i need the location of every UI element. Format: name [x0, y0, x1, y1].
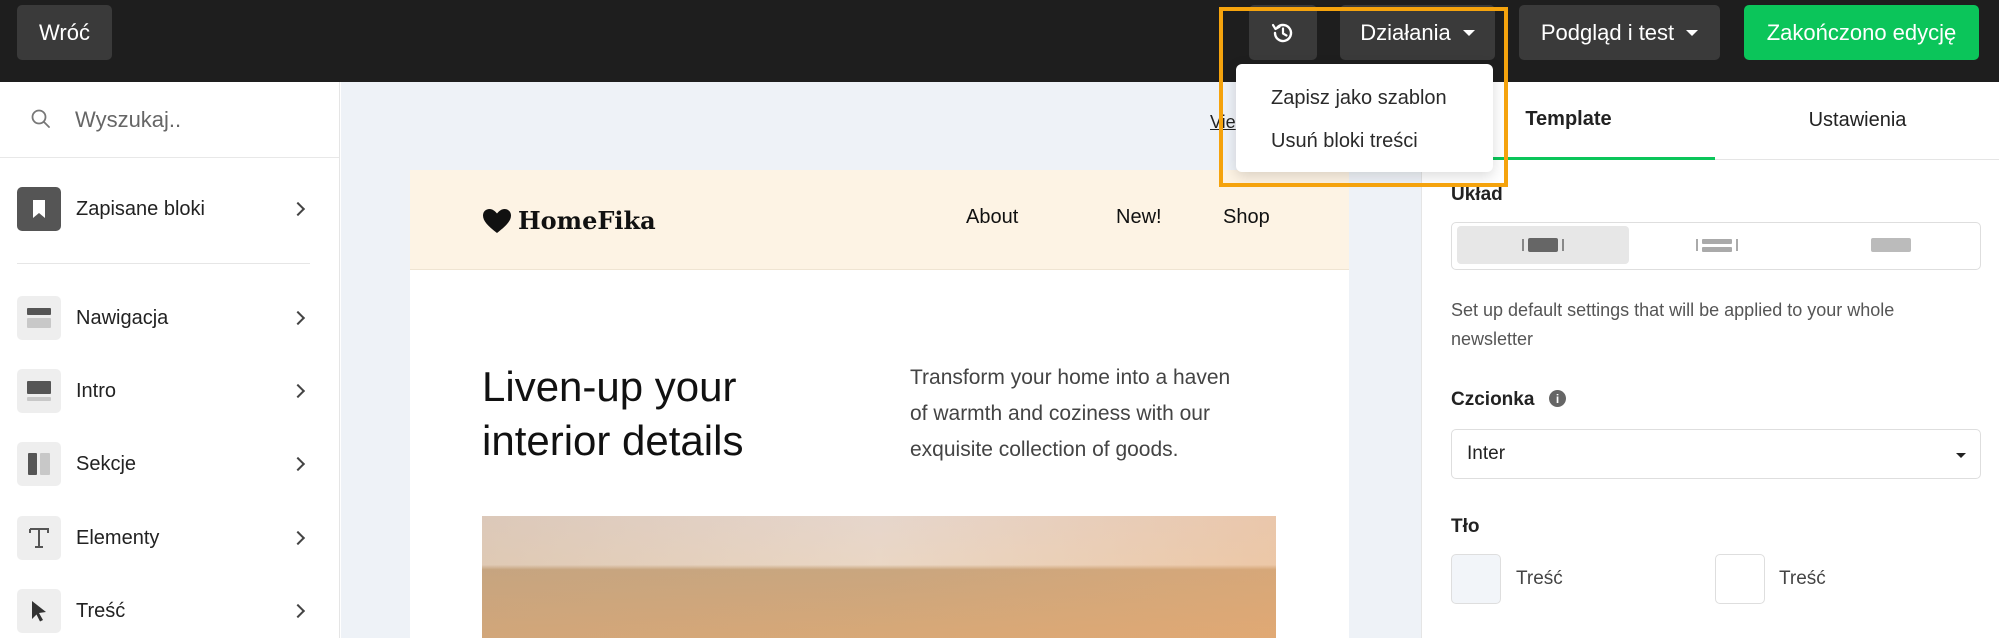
- email-nav-shop[interactable]: Shop: [1223, 206, 1270, 229]
- chevron-right-icon: [290, 530, 306, 546]
- sidebar-item-saved-blocks[interactable]: Zapisane bloki: [17, 184, 317, 234]
- search-box: [0, 82, 339, 158]
- intro-block-icon: [17, 369, 61, 413]
- history-icon: [1271, 23, 1293, 42]
- layout-label: Układ: [1451, 184, 1503, 205]
- swatch-label: Treść: [1516, 568, 1563, 589]
- chevron-right-icon: [290, 201, 306, 217]
- finish-editing-button[interactable]: Zakończono edycję: [1744, 5, 1979, 60]
- search-icon: [31, 109, 50, 128]
- sidebar-item-label: Nawigacja: [76, 306, 169, 329]
- divider: [17, 263, 310, 264]
- actions-dropdown-button[interactable]: Działania: [1340, 5, 1495, 60]
- hero-text[interactable]: Transform your home into a haven of warm…: [910, 360, 1290, 468]
- hero-title[interactable]: Liven-up your interior details: [482, 360, 842, 468]
- settings-panel: Template Ustawienia Układ Set up default…: [1421, 82, 1999, 638]
- search-input[interactable]: [75, 102, 315, 138]
- layout-option-split[interactable]: [1631, 226, 1803, 264]
- hero-text-line: exquisite collection of goods.: [910, 438, 1179, 461]
- caret-down-icon: [1686, 29, 1699, 36]
- layout-option-centered[interactable]: [1457, 226, 1629, 264]
- hero-image[interactable]: [482, 516, 1276, 638]
- sidebar-item-label: Treść: [76, 599, 126, 622]
- cursor-arrow-icon: [17, 589, 61, 633]
- sidebar-item-label: Intro: [76, 379, 117, 402]
- info-icon[interactable]: i: [1549, 390, 1566, 407]
- history-button[interactable]: [1249, 5, 1317, 60]
- menu-item-save-as-template[interactable]: Zapisz jako szablon: [1271, 87, 1447, 110]
- swatch-label: Treść: [1779, 568, 1826, 589]
- tab-settings[interactable]: Ustawienia: [1715, 82, 1999, 160]
- background-swatch-content[interactable]: [1451, 554, 1501, 604]
- actions-label: Działania: [1360, 19, 1451, 45]
- heart-icon: [483, 208, 511, 233]
- preview-label: Podgląd i test: [1540, 19, 1675, 45]
- layout-centered-icon: [1522, 238, 1564, 252]
- preview-test-button[interactable]: Podgląd i test: [1519, 5, 1720, 60]
- sections-block-icon: [17, 442, 61, 486]
- hero-text-line: of warmth and coziness with our: [910, 402, 1210, 425]
- template-description: Set up default settings that will be app…: [1451, 300, 1895, 349]
- text-t-icon: [17, 516, 61, 560]
- layout-selector: [1451, 222, 1981, 270]
- background-label: Tło: [1451, 516, 1480, 537]
- sidebar-item-navigation[interactable]: Nawigacja: [17, 293, 317, 343]
- sidebar-item-sections[interactable]: Sekcje: [17, 439, 317, 489]
- chevron-right-icon: [290, 456, 306, 472]
- email-preview[interactable]: HomeFika About New! Shop Liven-up your i…: [410, 170, 1349, 638]
- hero-title-line: Liven-up your: [482, 363, 737, 410]
- bookmark-icon: [17, 187, 61, 231]
- email-nav-about[interactable]: About: [966, 206, 1018, 229]
- view-in-browser-link[interactable]: Vie: [1210, 112, 1236, 133]
- chevron-right-icon: [290, 603, 306, 619]
- caret-down-icon: [1462, 29, 1475, 36]
- background-swatch-page[interactable]: [1715, 554, 1765, 604]
- navigation-block-icon: [17, 296, 61, 340]
- email-header[interactable]: HomeFika About New! Shop: [410, 170, 1349, 270]
- font-select-value: Inter: [1467, 443, 1506, 464]
- sidebar-item-label: Sekcje: [76, 452, 137, 475]
- caret-down-icon: [1956, 453, 1966, 458]
- font-select[interactable]: Inter: [1451, 429, 1981, 479]
- blocks-sidebar: Zapisane bloki Nawigacja Intro Sekcje El…: [0, 82, 340, 638]
- logo: HomeFika: [482, 206, 656, 235]
- sidebar-item-intro[interactable]: Intro: [17, 366, 317, 416]
- sidebar-item-elements[interactable]: Elementy: [17, 513, 317, 563]
- layout-full-icon: [1871, 238, 1911, 252]
- top-bar: Wróć Działania Podgląd i test Zakończono…: [0, 0, 1999, 82]
- email-nav-new[interactable]: New!: [1116, 206, 1162, 229]
- sidebar-item-label: Zapisane bloki: [76, 197, 205, 220]
- layout-split-icon: [1696, 239, 1738, 252]
- hero-text-line: Transform your home into a haven: [910, 366, 1231, 389]
- sidebar-item-content[interactable]: Treść: [17, 586, 317, 636]
- chevron-right-icon: [290, 310, 306, 326]
- hero-title-line: interior details: [482, 417, 744, 464]
- layout-option-full[interactable]: [1805, 226, 1977, 264]
- actions-dropdown-menu: Zapisz jako szablon Usuń bloki treści: [1236, 64, 1493, 172]
- menu-item-delete-content-blocks[interactable]: Usuń bloki treści: [1271, 130, 1418, 153]
- logo-text: HomeFika: [518, 206, 656, 235]
- sidebar-item-label: Elementy: [76, 526, 160, 549]
- chevron-right-icon: [290, 383, 306, 399]
- font-label: Czcionka: [1451, 389, 1535, 410]
- back-button[interactable]: Wróć: [17, 5, 112, 60]
